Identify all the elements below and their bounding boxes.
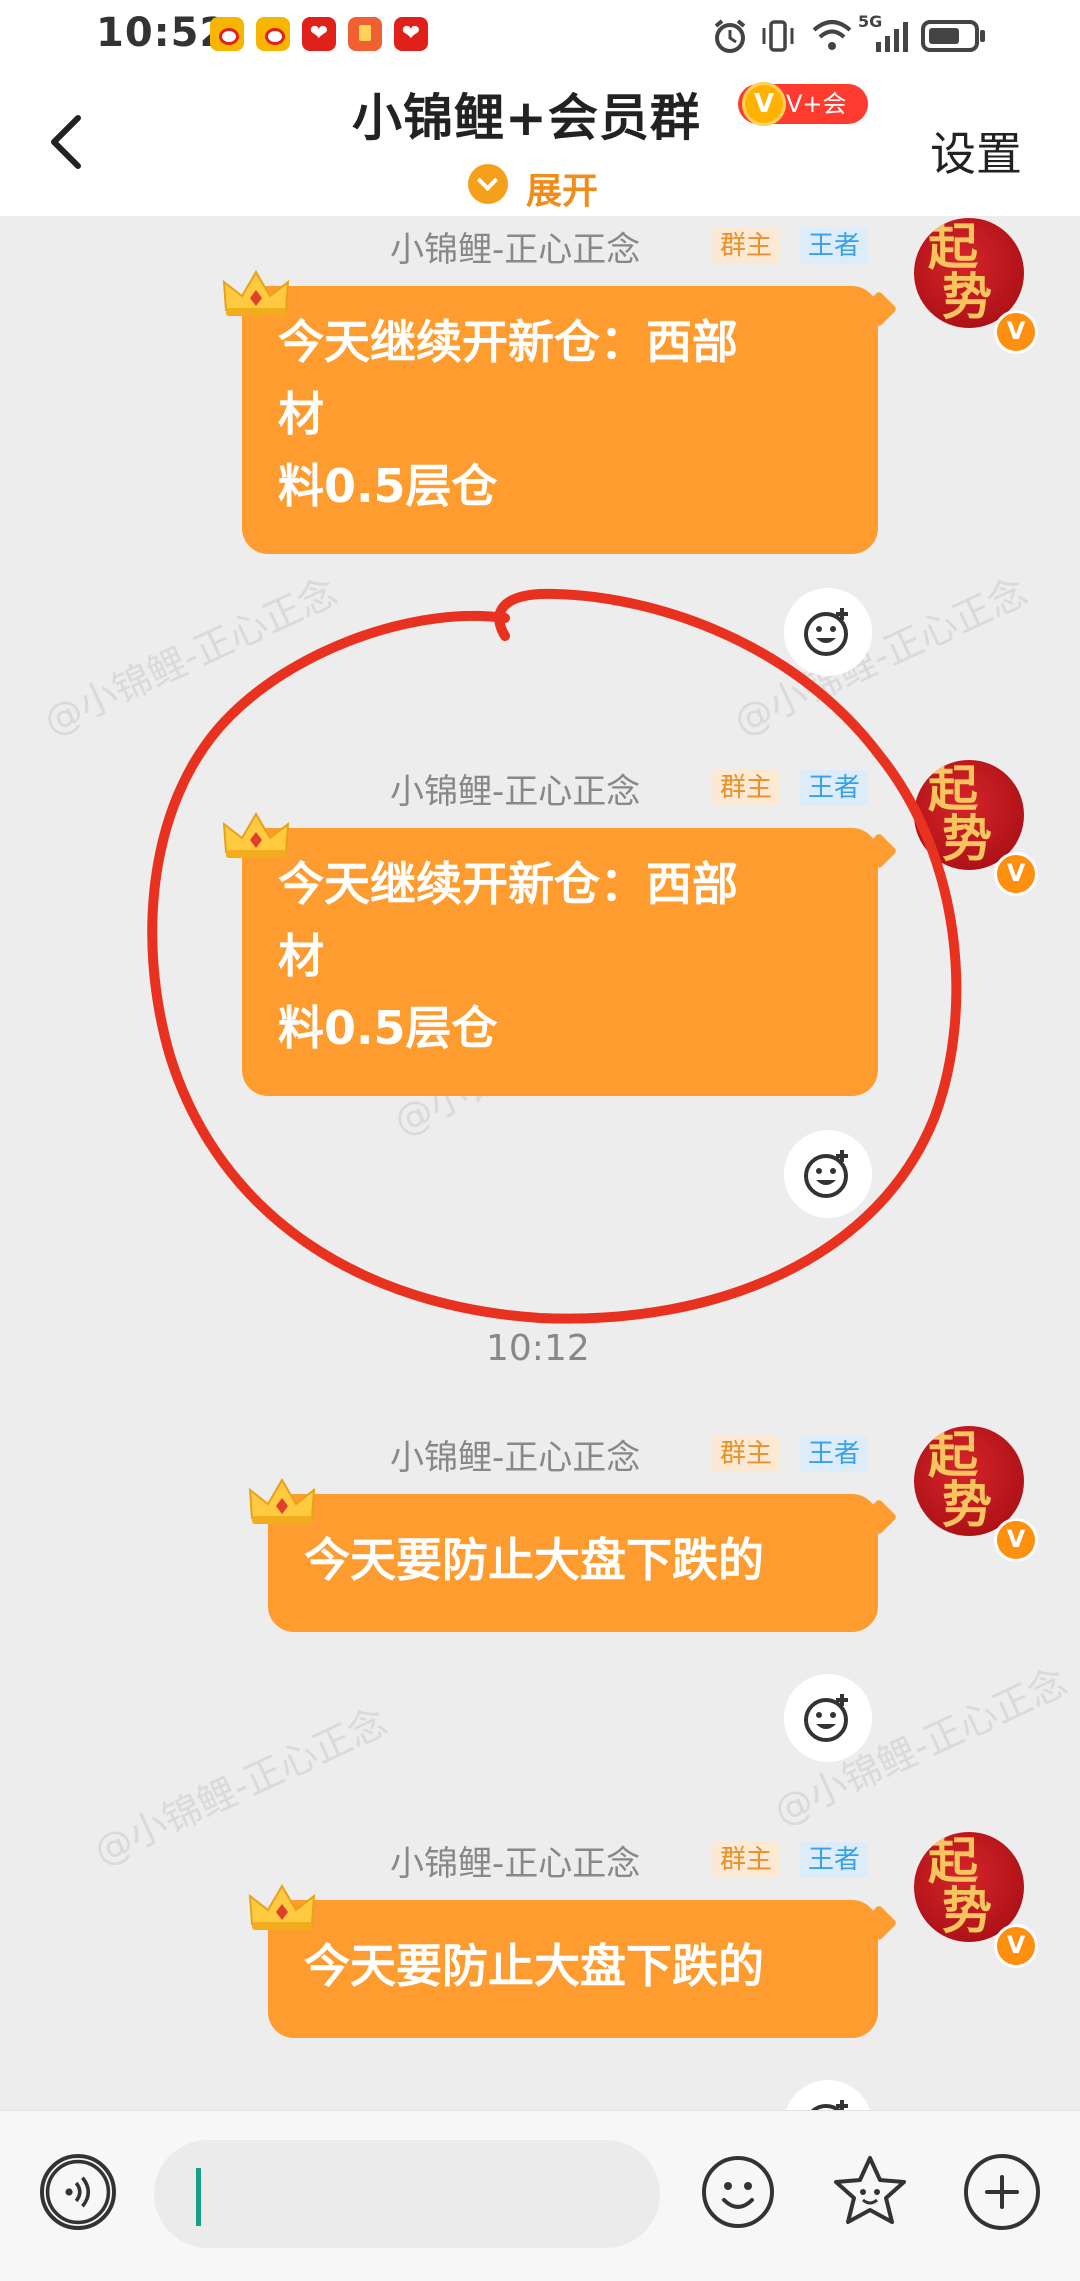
avatar-text: 势 — [942, 267, 992, 326]
crown-icon — [248, 1478, 316, 1524]
avatar-text: 势 — [942, 809, 992, 868]
message-item: 小锦鲤-正心正念 群主 王者 起 势 V 今天要防止大盘下跌的 — [0, 1830, 1080, 2110]
avatar-text: 起 — [928, 1832, 978, 1890]
message-line: 今天继续开新仓：西部 — [278, 315, 738, 369]
message-input[interactable] — [154, 2140, 660, 2248]
avatar-text: 起 — [928, 218, 978, 276]
avatar-text: 势 — [942, 1475, 992, 1534]
message-item: 小锦鲤-正心正念 群主 王者 起 势 V 今天继续开新仓：西部 材 料0.5层仓 — [0, 758, 1080, 1218]
vip-badge-icon: V — [742, 82, 786, 126]
message-item: 小锦鲤-正心正念 群主 王者 起 势 V 今天继续开新仓：西部 材 料0.5层仓 — [0, 216, 1080, 676]
sender-name[interactable]: 小锦鲤-正心正念 — [390, 764, 640, 813]
message-bubble[interactable]: 今天要防止大盘下跌的 — [268, 1494, 878, 1632]
chat-title: 小锦鲤+会员群 — [352, 89, 701, 147]
battery-icon — [921, 20, 985, 52]
owner-tag: 群主 — [712, 1436, 781, 1472]
crown-icon — [222, 270, 290, 316]
text-caret — [196, 2168, 201, 2226]
message-item: 小锦鲤-正心正念 群主 王者 起 势 V 今天要防止大盘下跌的 — [0, 1424, 1080, 1794]
react-emoji-icon[interactable] — [784, 1674, 872, 1762]
message-line: 材 — [278, 387, 324, 441]
wifi-icon — [812, 20, 852, 50]
verified-badge: V — [994, 852, 1038, 896]
avatar-text: 起 — [928, 760, 978, 818]
alarm-icon — [714, 19, 746, 53]
expand-label: 展开 — [526, 171, 599, 212]
owner-tag: 群主 — [712, 228, 781, 264]
message-line: 材 — [278, 929, 324, 983]
avatar-text: 起 — [928, 1426, 978, 1484]
voice-button[interactable] — [40, 2154, 116, 2230]
crown-icon — [248, 1884, 316, 1930]
message-bubble[interactable]: 今天要防止大盘下跌的 — [268, 1900, 878, 2038]
chat-area[interactable]: @小锦鲤-正心正念 @小锦鲤-正心正念 @小锦鲤-正心正念 @小锦鲤-正心正念 … — [0, 216, 1080, 2110]
message-line: 料0.5层仓 — [278, 459, 498, 513]
react-emoji-icon[interactable] — [784, 2080, 872, 2110]
rank-tag: 王者 — [800, 228, 869, 264]
status-time: 10:52 — [96, 10, 229, 56]
sender-name[interactable]: 小锦鲤-正心正念 — [390, 1836, 640, 1885]
owner-tag: 群主 — [712, 770, 781, 806]
message-bubble[interactable]: 今天继续开新仓：西部 材 料0.5层仓 — [242, 286, 878, 554]
message-line: 今天继续开新仓：西部 — [278, 857, 738, 911]
red-app-icon: ❤ — [302, 17, 336, 51]
red-envelope-icon — [348, 17, 382, 51]
back-button[interactable] — [38, 102, 98, 182]
react-emoji-icon[interactable] — [784, 1130, 872, 1218]
avatar-text: 势 — [942, 1881, 992, 1940]
react-emoji-icon[interactable] — [784, 588, 872, 676]
plus-icon[interactable] — [964, 2154, 1040, 2230]
rank-tag: 王者 — [800, 1842, 869, 1878]
message-bubble[interactable]: 今天继续开新仓：西部 材 料0.5层仓 — [242, 828, 878, 1096]
message-line: 今天要防止大盘下跌的 — [304, 1939, 764, 1993]
signal-icon — [876, 22, 908, 52]
verified-badge: V — [994, 1924, 1038, 1968]
owner-tag: 群主 — [712, 1842, 781, 1878]
message-line: 今天要防止大盘下跌的 — [304, 1533, 764, 1587]
weibo-icon — [210, 17, 244, 51]
time-divider: 10:12 — [486, 1328, 590, 1369]
settings-button[interactable]: 设置 — [930, 118, 1022, 184]
red-app-icon: ❤ — [394, 17, 428, 51]
verified-badge: V — [994, 310, 1038, 354]
vibrate-icon — [762, 20, 794, 52]
message-line: 料0.5层仓 — [278, 1001, 498, 1055]
chevron-down-icon — [468, 164, 508, 204]
crown-icon — [222, 812, 290, 858]
sender-name[interactable]: 小锦鲤-正心正念 — [390, 1430, 640, 1479]
rank-tag: 王者 — [800, 770, 869, 806]
emoji-icon[interactable] — [700, 2154, 776, 2230]
sender-name[interactable]: 小锦鲤-正心正念 — [390, 222, 640, 271]
verified-badge: V — [994, 1518, 1038, 1562]
weibo-icon — [256, 17, 290, 51]
sticker-icon[interactable] — [830, 2152, 910, 2232]
rank-tag: 王者 — [800, 1436, 869, 1472]
